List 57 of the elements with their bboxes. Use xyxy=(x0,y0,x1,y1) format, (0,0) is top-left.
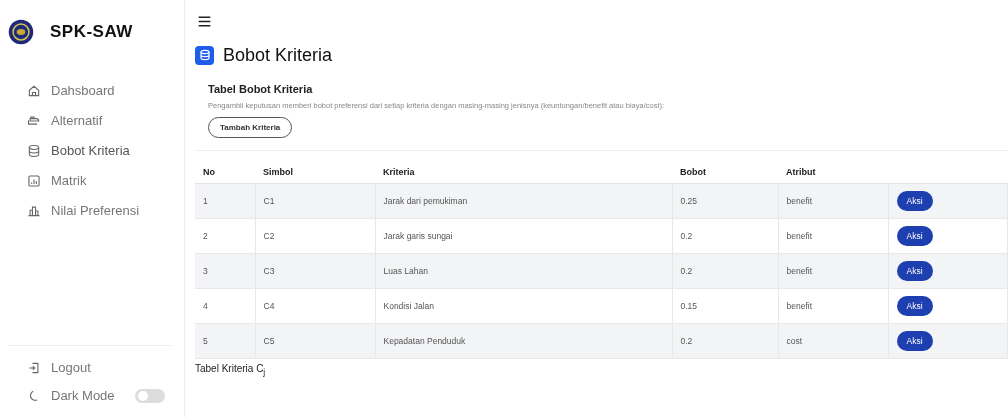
column-header: Bobot xyxy=(672,161,778,184)
table-cell: Jarak garis sungai xyxy=(375,218,672,254)
table-cell: 0.2 xyxy=(672,218,778,254)
table-cell: 1 xyxy=(195,183,255,219)
logout-link[interactable]: Logout xyxy=(27,356,91,379)
table-cell: C2 xyxy=(255,218,375,254)
table-cell: C5 xyxy=(255,323,375,359)
section-heading: Tabel Kriteria C$_{j}$ xyxy=(195,363,267,377)
home-icon xyxy=(27,83,41,98)
menu-icon xyxy=(197,14,212,29)
sidebar-item[interactable]: Matrik xyxy=(27,169,87,192)
layers-icon xyxy=(27,113,41,128)
action-button[interactable]: Aksi xyxy=(896,261,933,281)
table-cell: Luas Lahan xyxy=(375,253,672,289)
column-header: Atribut xyxy=(778,161,888,184)
brand-name: SPK-SAW xyxy=(50,22,133,42)
column-header: No xyxy=(195,161,255,184)
logo-icon xyxy=(8,19,34,45)
table-cell: C1 xyxy=(255,183,375,219)
table-cell: 0.25 xyxy=(672,183,778,219)
logout-icon xyxy=(27,360,41,375)
database-icon xyxy=(27,143,41,158)
table-cell: benefit xyxy=(778,183,888,219)
table-cell: Kepadatan Penduduk xyxy=(375,323,672,359)
table-cell: 3 xyxy=(195,253,255,289)
database-icon xyxy=(195,45,214,65)
sidebar-item[interactable]: Nilai Preferensi xyxy=(27,199,140,222)
table-cell: benefit xyxy=(778,218,888,254)
chart-icon xyxy=(27,173,41,188)
action-button[interactable]: Aksi xyxy=(896,226,933,246)
add-criteria-button[interactable]: Tambah Kriteria xyxy=(208,117,293,138)
dark-mode-toggle[interactable] xyxy=(134,388,165,403)
table-cell: Kondisi Jalan xyxy=(375,288,672,324)
dark-mode-label: Dark Mode xyxy=(51,388,115,403)
column-header: Simbol xyxy=(255,161,375,184)
card-title: Tabel Bobot Kriteria xyxy=(208,83,314,95)
sidebar-item[interactable]: Dahsboard xyxy=(27,79,115,102)
table-cell: 5 xyxy=(195,323,255,359)
column-header: Kriteria xyxy=(375,161,672,184)
bar-chart-icon xyxy=(27,203,41,218)
action-button[interactable]: Aksi xyxy=(896,331,933,351)
table-cell: cost xyxy=(778,323,888,359)
table-cell: 0.2 xyxy=(672,253,778,289)
page-title: Bobot Kriteria xyxy=(223,44,333,66)
table-cell: 2 xyxy=(195,218,255,254)
table-cell: C3 xyxy=(255,253,375,289)
action-button[interactable]: Aksi xyxy=(896,296,933,316)
table-cell: C4 xyxy=(255,288,375,324)
table-cell: Jarak dari pemukiman xyxy=(375,183,672,219)
action-button[interactable]: Aksi xyxy=(896,191,933,211)
table-cell: benefit xyxy=(778,288,888,324)
sidebar-item[interactable]: Alternatif xyxy=(27,109,103,132)
table-cell: 4 xyxy=(195,288,255,324)
table-cell: 0.15 xyxy=(672,288,778,324)
table-cell: benefit xyxy=(778,253,888,289)
table-cell: 0.2 xyxy=(672,323,778,359)
sidebar-item[interactable]: Bobot Kriteria xyxy=(27,139,130,162)
